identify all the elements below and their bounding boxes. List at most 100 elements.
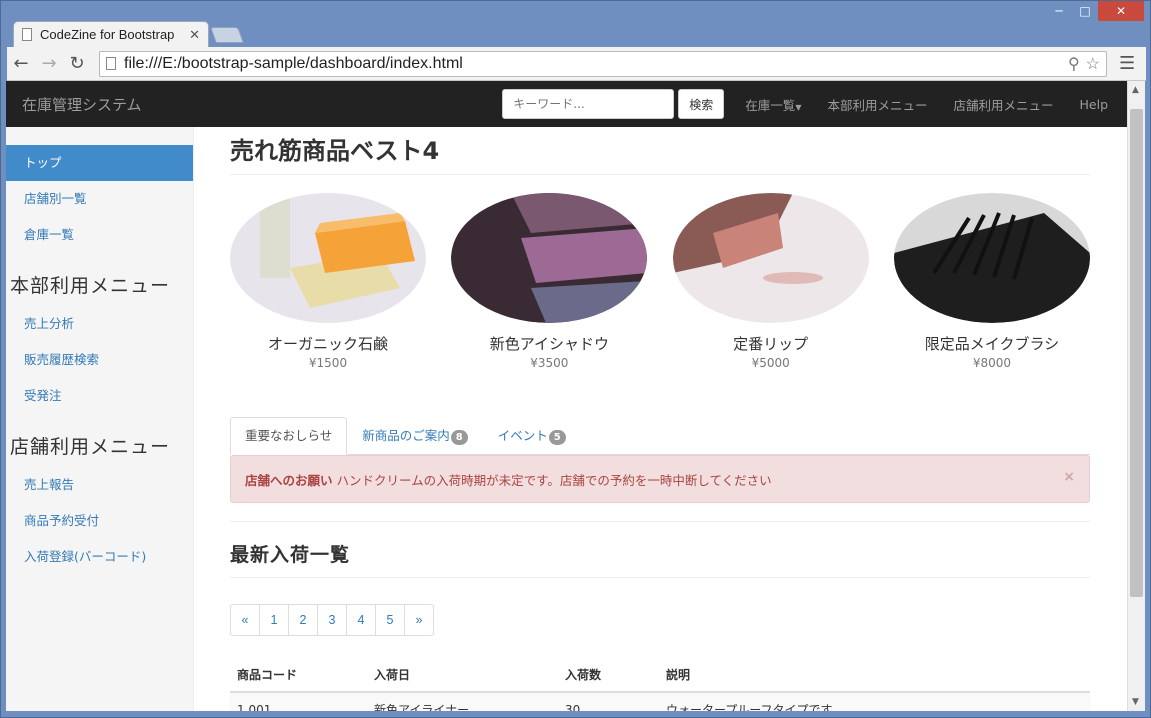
page-viewport: 在庫管理システム 検索 在庫一覧▼ 本部利用メニュー 店舗利用メニュー Help… [6,81,1127,711]
sidebar-item-orders[interactable]: 受発注 [6,378,193,414]
tab-label: 新商品のご案内 [362,428,450,443]
page-1[interactable]: 1 [259,604,289,636]
table-row: 1,001 新色アイライナー 30 ウォータープルーフタイプです [230,691,1090,711]
alert-strong: 店舗へのお願い [245,472,333,488]
sidebar: トップ 店舗別一覧 倉庫一覧 本部利用メニュー 売上分析 販売履歴検索 受発注 … [6,127,194,711]
tab-label: イベント [497,428,548,443]
product-list: オーガニック石鹸 ¥1500 新色アイシャドウ ¥3500 定番リップ ¥500… [230,193,1090,370]
product-price: ¥5000 [751,356,790,370]
sidebar-item-sales-history[interactable]: 販売履歴検索 [6,342,193,378]
column-header: 入荷数 [558,658,659,693]
address-bar[interactable]: file:///E:/bootstrap-sample/dashboard/in… [99,50,1107,77]
page-3[interactable]: 3 [317,604,347,636]
page-title: 売れ筋商品ベスト4 [230,127,1090,175]
sidebar-heading-hq: 本部利用メニュー [10,275,171,297]
sidebar-item-arrival-barcode[interactable]: 入荷登録(バーコード) [6,539,193,575]
notice-tabs: 重要なおしらせ 新商品のご案内 8 イベント 5 [230,417,1090,455]
page-2[interactable]: 2 [288,604,318,636]
table-cell: 30 [558,691,659,711]
page-next[interactable]: » [404,604,434,636]
product-name: 限定品メイクブラシ [924,335,1060,353]
divider [230,521,1090,522]
bookmark-star-icon[interactable]: ☆ [1086,54,1100,74]
page-icon [106,57,116,70]
alert-text: ハンドクリームの入荷時期が未定です。店舗での予約を一時中断してください [336,472,772,488]
product-image-eyeshadow [451,193,648,323]
new-tab-button[interactable] [210,27,244,43]
product-card: オーガニック石鹸 ¥1500 [230,193,426,370]
page-5[interactable]: 5 [375,604,405,636]
arrival-table: 商品コード 入荷日 入荷数 説明 1,001 新色アイライナー 30 ウォーター… [230,658,1090,711]
page-prev[interactable]: « [230,604,260,636]
table-cell: 1,001 [230,691,367,711]
sidebar-heading-store: 店舗利用メニュー [10,436,171,458]
product-price: ¥8000 [972,356,1012,370]
zoom-icon[interactable]: ⚲ [1068,54,1080,74]
reload-icon[interactable]: ↻ [63,53,91,74]
product-card: 定番リップ ¥5000 [672,193,869,370]
sidebar-item-sales-analysis[interactable]: 売上分析 [6,306,193,342]
page-4[interactable]: 4 [346,604,376,636]
tab-label: 重要なおしらせ [245,428,333,443]
nav-help[interactable]: Help [1067,97,1122,112]
page-icon [22,28,32,41]
table-cell: ウォータープルーフタイプです [659,691,1090,711]
top-navbar: 在庫管理システム 検索 在庫一覧▼ 本部利用メニュー 店舗利用メニュー Help [6,81,1127,127]
section-title: 最新入荷一覧 [230,540,1090,578]
product-card: 限定品メイクブラシ ¥8000 [893,193,1090,370]
product-price: ¥3500 [530,356,569,370]
scroll-thumb[interactable] [1130,109,1143,597]
nav-link-label: 在庫一覧 [745,97,796,113]
tab-close-icon[interactable]: ✕ [189,27,200,43]
brand[interactable]: 在庫管理システム [22,94,142,115]
column-header: 説明 [659,658,1090,693]
navbar-right: 検索 在庫一覧▼ 本部利用メニュー 店舗利用メニュー Help [502,81,1127,127]
count-badge: 8 [450,430,468,445]
nav-hq-menu[interactable]: 本部利用メニュー [814,95,940,114]
column-header: 商品コード [230,658,367,693]
nav-store-menu[interactable]: 店舗利用メニュー [940,95,1066,114]
product-image-lip [672,193,869,323]
product-image-soap [230,193,426,323]
close-window-icon[interactable]: ✕ [1098,1,1144,21]
scroll-down-icon[interactable]: ▼ [1132,697,1139,707]
sidebar-item-warehouse-list[interactable]: 倉庫一覧 [6,217,193,253]
product-name: オーガニック石鹸 [267,335,388,353]
url-text: file:///E:/bootstrap-sample/dashboard/in… [124,54,463,72]
window-controls: ─ □ ✕ [1046,1,1144,21]
tab-events[interactable]: イベント 5 [483,417,581,454]
tab-title: CodeZine for Bootstrap [40,27,175,42]
count-badge: 5 [548,430,566,445]
browser-tab[interactable]: CodeZine for Bootstrap ✕ [13,21,209,47]
product-image-brush [893,193,1090,323]
back-icon[interactable]: ← [7,53,35,74]
tab-important-notice[interactable]: 重要なおしらせ [230,417,348,455]
search-button[interactable]: 検索 [678,89,725,119]
tab-new-products[interactable]: 新商品のご案内 8 [347,417,482,454]
product-name: 新色アイシャドウ [489,335,609,353]
menu-icon[interactable]: ☰ [1119,53,1135,74]
table-cell: 新色アイライナー [367,691,558,711]
maximize-icon[interactable]: □ [1072,1,1098,21]
pagination: « 1 2 3 4 5 » [230,604,1090,636]
scroll-up-icon[interactable]: ▲ [1132,85,1139,95]
product-price: ¥1500 [308,356,348,370]
sidebar-item-store-list[interactable]: 店舗別一覧 [6,181,193,217]
main-content: 売れ筋商品ベスト4 オーガニック石鹸 ¥1500 新色アイシャドウ ¥3500 … [230,127,1090,711]
sidebar-item-sales-report[interactable]: 売上報告 [6,467,193,503]
minimize-icon[interactable]: ─ [1046,1,1072,21]
forward-icon[interactable]: → [35,53,63,74]
sidebar-item-reservations[interactable]: 商品予約受付 [6,503,193,539]
column-header: 入荷日 [367,658,558,693]
product-name: 定番リップ [733,335,809,353]
close-icon[interactable]: × [1063,469,1075,485]
sidebar-item-top[interactable]: トップ [6,145,193,181]
search-input[interactable] [502,89,675,119]
browser-toolbar: ← → ↻ file:///E:/bootstrap-sample/dashbo… [7,47,1146,81]
table-header-row: 商品コード 入荷日 入荷数 説明 [230,658,1090,693]
alert-danger: 店舗へのお願い ハンドクリームの入荷時期が未定です。店舗での予約を一時中断してく… [230,455,1090,503]
vertical-scrollbar[interactable]: ▲ ▼ [1127,81,1145,711]
product-card: 新色アイシャドウ ¥3500 [451,193,648,370]
nav-inventory-dropdown[interactable]: 在庫一覧▼ [732,95,814,114]
caret-down-icon: ▼ [795,102,802,112]
